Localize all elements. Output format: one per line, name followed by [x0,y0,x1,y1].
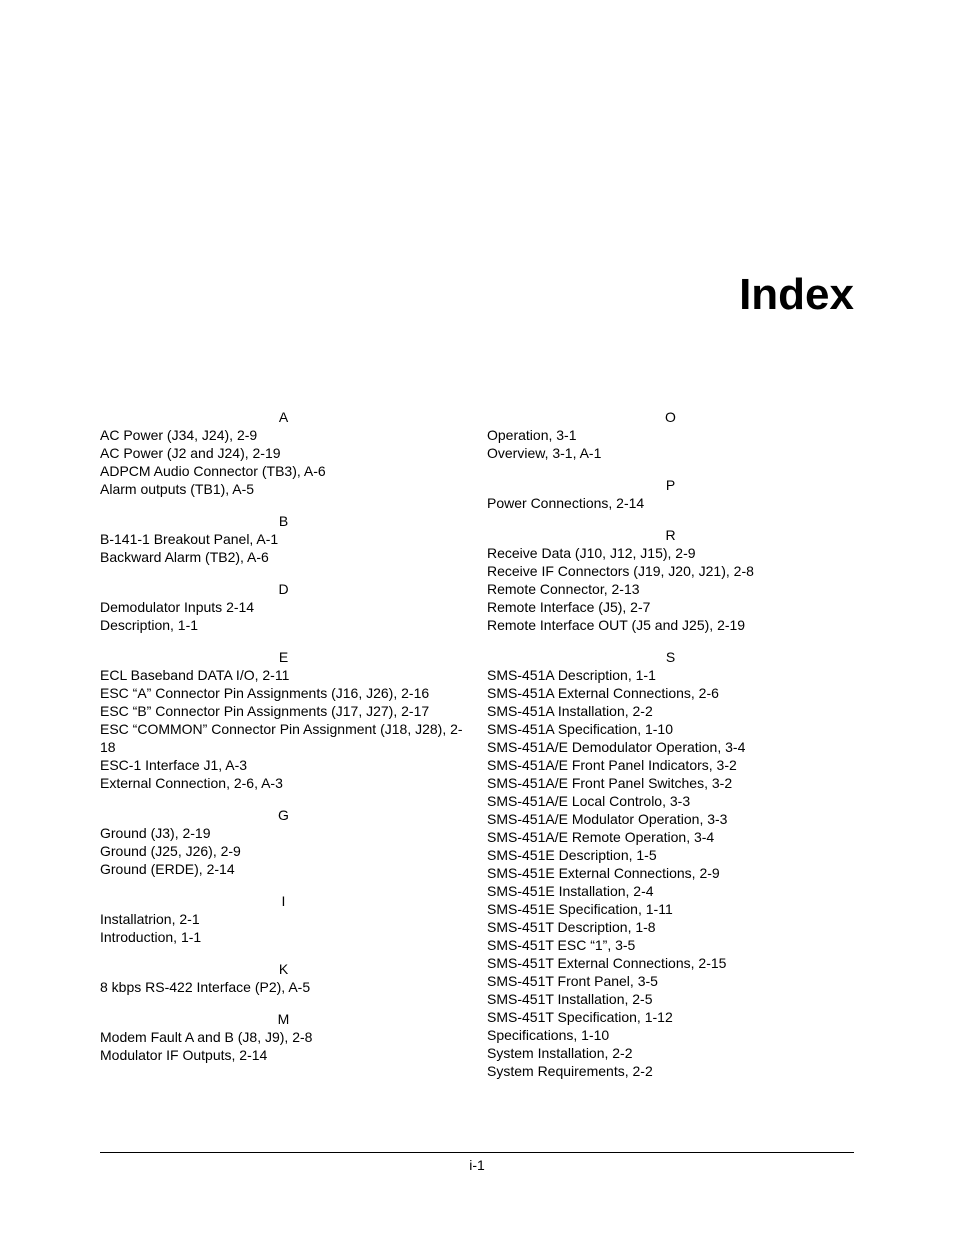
index-entry: 8 kbps RS-422 Interface (P2), A-5 [100,978,467,996]
index-entry: ESC “B” Connector Pin Assignments (J17, … [100,702,467,720]
index-entry: Remote Interface OUT (J5 and J25), 2-19 [487,616,854,634]
index-entry: Modem Fault A and B (J8, J9), 2-8 [100,1028,467,1046]
index-entry: Remote Interface (J5), 2-7 [487,598,854,616]
page-footer: i-1 [100,1152,854,1173]
index-entry: AC Power (J34, J24), 2-9 [100,426,467,444]
index-entry: System Requirements, 2-2 [487,1062,854,1080]
index-entry: SMS-451T ESC “1”, 3-5 [487,936,854,954]
index-letter: S [487,648,854,666]
index-letter: E [100,648,467,666]
index-entry: Ground (J25, J26), 2-9 [100,842,467,860]
index-entry: Demodulator Inputs 2-14 [100,598,467,616]
index-entry: SMS-451E Specification, 1-11 [487,900,854,918]
index-entry: Ground (J3), 2-19 [100,824,467,842]
index-entry: ADPCM Audio Connector (TB3), A-6 [100,462,467,480]
index-entry: B-141-1 Breakout Panel, A-1 [100,530,467,548]
index-entry: System Installation, 2-2 [487,1044,854,1062]
index-entry: AC Power (J2 and J24), 2-19 [100,444,467,462]
index-letter: A [100,408,467,426]
index-entry: Introduction, 1-1 [100,928,467,946]
index-letter: P [487,476,854,494]
index-entry: SMS-451T Installation, 2-5 [487,990,854,1008]
index-letter: O [487,408,854,426]
page-number: i-1 [469,1157,485,1173]
index-entry: SMS-451A/E Local Controlo, 3-3 [487,792,854,810]
index-entry: Backward Alarm (TB2), A-6 [100,548,467,566]
index-entry: External Connection, 2-6, A-3 [100,774,467,792]
index-entry: Receive IF Connectors (J19, J20, J21), 2… [487,562,854,580]
index-letter: I [100,892,467,910]
index-entry: SMS-451A Description, 1-1 [487,666,854,684]
index-entry: SMS-451T Specification, 1-12 [487,1008,854,1026]
index-entry: SMS-451E Installation, 2-4 [487,882,854,900]
index-entry: ECL Baseband DATA I/O, 2-11 [100,666,467,684]
index-entry: Remote Connector, 2-13 [487,580,854,598]
index-entry: SMS-451A Installation, 2-2 [487,702,854,720]
index-entry: ESC-1 Interface J1, A-3 [100,756,467,774]
index-entry: SMS-451A External Connections, 2-6 [487,684,854,702]
index-entry: SMS-451A/E Front Panel Switches, 3-2 [487,774,854,792]
index-entry: SMS-451T External Connections, 2-15 [487,954,854,972]
index-entry: SMS-451A/E Modulator Operation, 3-3 [487,810,854,828]
index-columns: AAC Power (J34, J24), 2-9AC Power (J2 an… [100,408,854,1080]
index-letter: B [100,512,467,530]
index-entry: SMS-451A/E Front Panel Indicators, 3-2 [487,756,854,774]
index-entry: Modulator IF Outputs, 2-14 [100,1046,467,1064]
index-entry: SMS-451T Description, 1-8 [487,918,854,936]
index-letter: M [100,1010,467,1028]
index-entry: SMS-451E External Connections, 2-9 [487,864,854,882]
index-entry: Specifications, 1-10 [487,1026,854,1044]
page-title: Index [739,270,854,320]
index-entry: Overview, 3-1, A-1 [487,444,854,462]
index-entry: SMS-451A Specification, 1-10 [487,720,854,738]
index-entry: SMS-451T Front Panel, 3-5 [487,972,854,990]
index-entry: Receive Data (J10, J12, J15), 2-9 [487,544,854,562]
index-letter: K [100,960,467,978]
index-entry: Power Connections, 2-14 [487,494,854,512]
index-entry: SMS-451A/E Demodulator Operation, 3-4 [487,738,854,756]
index-entry: ESC “COMMON” Connector Pin Assignment (J… [100,720,467,756]
page: Index AAC Power (J34, J24), 2-9AC Power … [0,0,954,1235]
index-column: OOperation, 3-1Overview, 3-1, A-1 PPower … [487,408,854,1080]
index-column: AAC Power (J34, J24), 2-9AC Power (J2 an… [100,408,467,1080]
index-entry: Installatrion, 2-1 [100,910,467,928]
index-entry: SMS-451E Description, 1-5 [487,846,854,864]
index-letter: G [100,806,467,824]
index-entry: SMS-451A/E Remote Operation, 3-4 [487,828,854,846]
index-entry: ESC “A” Connector Pin Assignments (J16, … [100,684,467,702]
index-entry: Alarm outputs (TB1), A-5 [100,480,467,498]
index-entry: Description, 1-1 [100,616,467,634]
index-letter: D [100,580,467,598]
index-letter: R [487,526,854,544]
index-entry: Ground (ERDE), 2-14 [100,860,467,878]
index-entry: Operation, 3-1 [487,426,854,444]
